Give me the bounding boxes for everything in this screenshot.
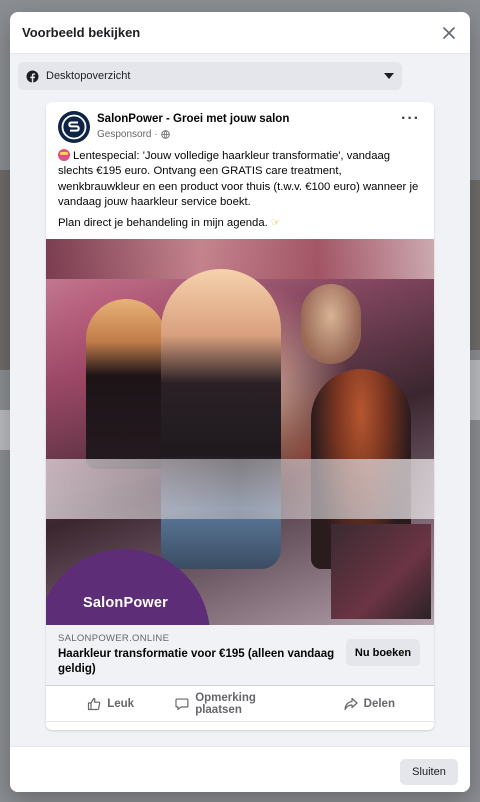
post-header: SalonPower - Groei met jouw salon Gespon…: [46, 102, 434, 148]
link-domain: SALONPOWER.ONLINE: [58, 633, 170, 644]
device-select-value: Desktopoverzicht: [46, 70, 131, 82]
photo-person-center: [161, 269, 281, 569]
share-label: Delen: [363, 697, 395, 710]
modal-footer: Sluiten: [10, 746, 470, 792]
backdrop-right-card: [470, 360, 480, 420]
ad-post-preview: SalonPower - Groei met jouw salon Gespon…: [46, 102, 434, 730]
preview-modal: Voorbeeld bekijken Desktopoverzicht Salo…: [10, 12, 470, 792]
photo-boxes: [331, 524, 431, 619]
share-button[interactable]: Delen: [305, 686, 434, 721]
post-text-paragraph-2: Plan direct je behandeling in mijn agend…: [58, 217, 268, 230]
avatar[interactable]: [58, 111, 90, 143]
link-headline: Haarkleur transformatie voor €195 (allee…: [58, 648, 335, 675]
modal-header: Voorbeeld bekijken: [10, 12, 470, 54]
modal-title: Voorbeeld bekijken: [22, 25, 141, 40]
post-actions: Leuk Opmerking plaatsen Delen: [46, 685, 434, 721]
chevron-down-icon: [384, 73, 394, 79]
close-button[interactable]: [438, 22, 460, 44]
device-select[interactable]: Desktopoverzicht: [18, 62, 402, 90]
photo-person-left: [86, 299, 166, 469]
like-label: Leuk: [107, 697, 135, 710]
comment-icon: [175, 697, 189, 710]
backdrop-left-card: [0, 410, 10, 450]
facebook-icon: [26, 70, 39, 83]
post-image[interactable]: SalonPower: [46, 239, 434, 625]
post-text-paragraph-1: Lentespecial: 'Jouw volledige haarkleur …: [58, 150, 419, 208]
brand-badge-text: SalonPower: [83, 595, 168, 611]
pointing-hand-emoji-icon: ☞: [270, 217, 281, 230]
page-name[interactable]: SalonPower - Groei met jouw salon: [97, 113, 289, 125]
post-footer-divider: [46, 721, 434, 730]
star-eyes-emoji-icon: [58, 149, 70, 161]
globe-icon: [160, 130, 170, 139]
like-button[interactable]: Leuk: [46, 686, 175, 721]
post-text: Lentespecial: 'Jouw volledige haarkleur …: [58, 149, 424, 237]
photo-background-person: [301, 284, 361, 364]
close-footer-button[interactable]: Sluiten: [400, 759, 458, 785]
salonpower-logo-icon: [61, 114, 87, 140]
comment-button[interactable]: Opmerking plaatsen: [175, 686, 304, 721]
close-icon: [443, 27, 455, 39]
photo-counter: [46, 459, 434, 519]
sponsored-text: Gesponsord ·: [97, 129, 158, 140]
more-options-icon[interactable]: ···: [401, 111, 420, 127]
share-icon: [344, 697, 358, 710]
link-preview[interactable]: SALONPOWER.ONLINE Haarkleur transformati…: [46, 625, 434, 685]
book-now-button[interactable]: Nu boeken: [346, 639, 420, 666]
modal-body: Desktopoverzicht SalonPower - Groei met …: [10, 54, 470, 746]
sponsored-label: Gesponsord ·: [97, 129, 170, 140]
backdrop-right: [470, 180, 480, 350]
thumbs-up-icon: [88, 697, 101, 710]
backdrop-left: [0, 170, 10, 370]
comment-label: Opmerking plaatsen: [195, 691, 256, 716]
